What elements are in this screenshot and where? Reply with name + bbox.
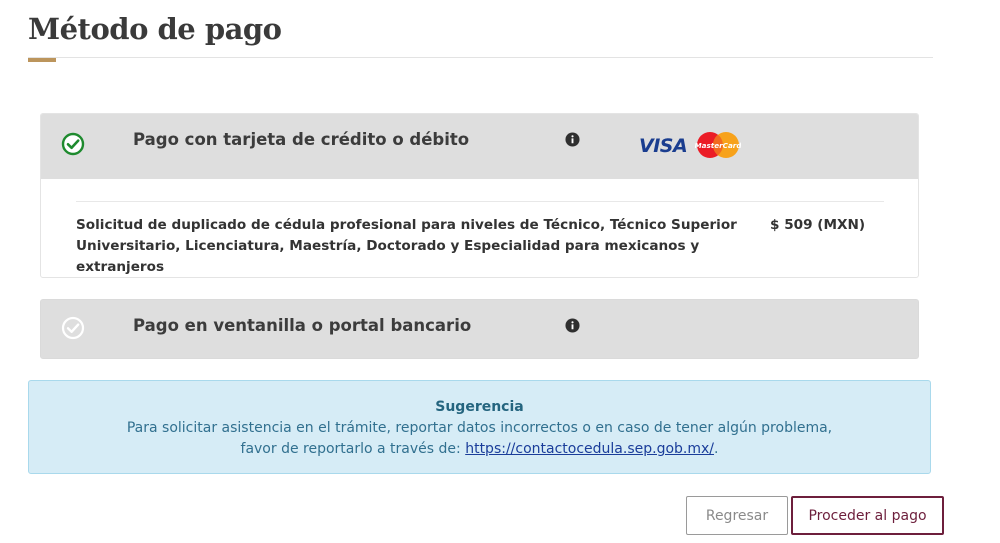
info-icon[interactable] <box>565 132 580 147</box>
payment-option-card-label: Pago con tarjeta de crédito o débito <box>133 130 470 149</box>
title-accent-bar <box>28 58 56 62</box>
suggestion-box: Sugerencia Para solicitar asistencia en … <box>28 380 931 474</box>
contact-link[interactable]: https://contactocedula.sep.gob.mx/ <box>465 441 714 457</box>
payment-option-card-header[interactable]: Pago con tarjeta de crédito o débito VIS… <box>41 114 918 179</box>
suggestion-text-prefix: favor de reportarlo a través de: <box>240 441 466 457</box>
suggestion-text-suffix: . <box>714 441 719 457</box>
check-circle-selected-icon[interactable] <box>61 132 85 156</box>
service-divider <box>76 201 884 202</box>
back-button[interactable]: Regresar <box>686 496 788 535</box>
payment-option-bank-label: Pago en ventanilla o portal bancario <box>133 316 472 335</box>
service-description: Solicitud de duplicado de cédula profesi… <box>76 217 737 275</box>
title-divider <box>28 57 933 58</box>
payment-option-bank[interactable]: Pago en ventanilla o portal bancario <box>40 299 919 359</box>
service-price: $ 509 (MXN) <box>770 217 866 233</box>
check-circle-unselected-icon[interactable] <box>61 316 85 340</box>
suggestion-title: Sugerencia <box>435 399 524 415</box>
payment-option-card[interactable]: Pago con tarjeta de crédito o débito VIS… <box>40 113 919 278</box>
info-icon[interactable] <box>565 318 580 333</box>
mastercard-logo-icon: MasterCard <box>695 132 741 158</box>
suggestion-text-line-2: favor de reportarlo a través de: https:/… <box>29 441 930 457</box>
visa-logo-icon: VISA <box>639 135 688 157</box>
page-title: Método de pago <box>28 12 282 46</box>
svg-text:MasterCard: MasterCard <box>695 141 741 150</box>
proceed-to-payment-button[interactable]: Proceder al pago <box>791 496 944 535</box>
suggestion-text-line-1: Para solicitar asistencia en el trámite,… <box>126 420 833 436</box>
